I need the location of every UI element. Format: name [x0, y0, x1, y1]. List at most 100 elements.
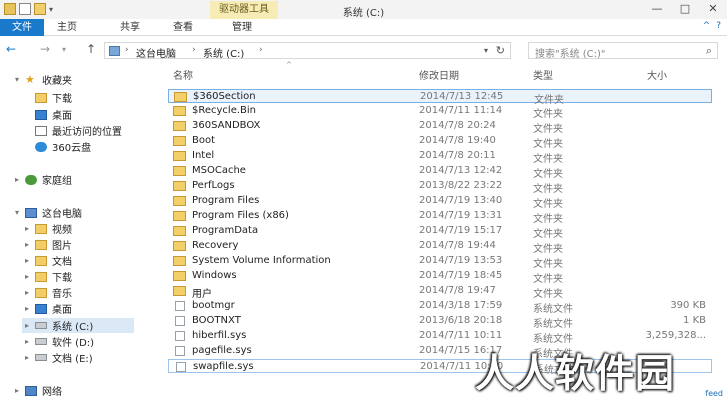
file-row[interactable]: Intel 2014/7/8 20:11 文件夹	[168, 149, 712, 165]
file-name: ProgramData	[192, 225, 259, 236]
nav-item-documents[interactable]: ▸ 文档	[22, 253, 72, 268]
tab-manage[interactable]: 管理	[232, 19, 252, 36]
file-name: MSOCache	[192, 165, 246, 176]
file-type: 文件夹	[533, 139, 563, 150]
nav-item-network[interactable]: ▸ 网络	[12, 383, 62, 398]
breadcrumb-system-c[interactable]: 系统 (C:)	[203, 45, 244, 60]
file-row[interactable]: Program Files (x86) 2014/7/19 13:31 文件夹	[168, 209, 712, 225]
file-row[interactable]: BOOTNXT 2013/6/18 20:18 系统文件 1 KB	[168, 314, 712, 330]
tab-share[interactable]: 共享	[120, 19, 140, 36]
file-row[interactable]: PerfLogs 2013/8/22 23:22 文件夹	[168, 179, 712, 195]
help-icon[interactable]: ?	[716, 21, 721, 31]
nav-item-software-d[interactable]: ▸ 软件 (D:)	[22, 334, 94, 349]
file-row[interactable]: ProgramData 2014/7/19 15:17 文件夹	[168, 224, 712, 240]
expand-icon[interactable]: ▸	[22, 337, 32, 346]
expand-icon[interactable]: ▸	[22, 240, 32, 249]
file-name: Intel	[192, 150, 215, 161]
forward-arrow-icon[interactable]: →	[40, 42, 50, 56]
chevron-down-icon[interactable]: ▾	[484, 46, 488, 55]
expand-ribbon-icon[interactable]: ^	[703, 21, 711, 31]
minimize-button[interactable]: —	[643, 0, 671, 19]
nav-item-desktop-pc[interactable]: ▸ 桌面	[22, 301, 72, 316]
expand-icon[interactable]: ▸	[22, 256, 32, 265]
music-folder-icon	[35, 287, 47, 298]
drive-icon	[35, 338, 47, 345]
file-row[interactable]: 360SANDBOX 2014/7/8 20:24 文件夹	[168, 119, 712, 135]
column-header-size[interactable]: 大小	[647, 67, 667, 82]
nav-item-system-c[interactable]: ▸ 系统 (C:)	[22, 318, 134, 333]
file-name: BOOTNXT	[192, 315, 241, 326]
file-row[interactable]: Boot 2014/7/8 19:40 文件夹	[168, 134, 712, 150]
file-date: 2014/7/19 13:53	[419, 255, 503, 266]
back-arrow-icon[interactable]: ←	[6, 42, 16, 56]
file-date: 2013/6/18 20:18	[419, 315, 503, 326]
file-row[interactable]: Program Files 2014/7/19 13:40 文件夹	[168, 194, 712, 210]
expand-icon[interactable]: ▸	[22, 272, 32, 281]
breadcrumb-separator-icon[interactable]: ›	[259, 45, 263, 55]
column-header-name[interactable]: 名称	[173, 67, 193, 82]
close-button[interactable]: ✕	[699, 0, 727, 19]
file-row[interactable]: Windows 2014/7/19 18:45 文件夹	[168, 269, 712, 285]
file-type: 系统文件	[533, 319, 573, 330]
file-row[interactable]: $360Section 2014/7/13 12:45 文件夹	[168, 89, 712, 106]
up-arrow-icon[interactable]: ↑	[86, 42, 96, 56]
expand-icon[interactable]: ▸	[22, 321, 32, 330]
nav-item-documents-e[interactable]: ▸ 文档 (E:)	[22, 350, 93, 365]
file-date: 2014/7/8 20:11	[419, 150, 496, 161]
nav-item-label: 桌面	[52, 305, 72, 316]
breadcrumb-this-pc[interactable]: 这台电脑	[136, 45, 176, 60]
recent-locations-icon[interactable]: ▾	[62, 45, 66, 54]
nav-item-downloads[interactable]: 下载	[22, 90, 72, 105]
nav-item-downloads-pc[interactable]: ▸ 下载	[22, 269, 72, 284]
file-row[interactable]: $Recycle.Bin 2014/7/11 11:14 文件夹	[168, 104, 712, 120]
file-row[interactable]: 用户 2014/7/8 19:47 文件夹	[168, 284, 712, 300]
file-row[interactable]: hiberfil.sys 2014/7/11 10:11 系统文件 3,259,328…	[168, 329, 712, 345]
tab-home[interactable]: 主页	[57, 19, 77, 36]
sort-arrow-icon: ^	[286, 61, 292, 69]
column-header-date[interactable]: 修改日期	[419, 67, 459, 82]
expand-icon[interactable]: ▾	[12, 75, 22, 84]
file-row[interactable]: Recovery 2014/7/8 19:44 文件夹	[168, 239, 712, 255]
tab-view[interactable]: 查看	[173, 19, 193, 36]
address-bar[interactable]: › 这台电脑 › 系统 (C:) › ▾ ↻	[104, 42, 511, 60]
homegroup-icon	[25, 174, 37, 185]
file-type: 文件夹	[533, 214, 563, 225]
nav-item-recent-places[interactable]: 最近访问的位置	[22, 123, 122, 138]
expand-icon[interactable]: ▸	[22, 224, 32, 233]
breadcrumb-separator-icon[interactable]: ›	[125, 45, 129, 55]
refresh-icon[interactable]: ↻	[496, 44, 505, 57]
nav-item-this-pc[interactable]: ▾ 这台电脑	[12, 205, 82, 220]
file-name: Windows	[192, 270, 237, 281]
expand-icon[interactable]: ▸	[22, 304, 32, 313]
search-input[interactable]: 搜索"系统 (C:)" ⌕	[528, 42, 718, 60]
cloud-icon	[35, 141, 47, 152]
nav-item-videos[interactable]: ▸ 视频	[22, 221, 72, 236]
nav-item-360-cloud[interactable]: 360云盘	[22, 139, 91, 154]
nav-item-label: 网络	[42, 387, 62, 398]
breadcrumb-separator-icon[interactable]: ›	[192, 45, 196, 55]
file-date: 2014/7/8 19:44	[419, 240, 496, 251]
file-row[interactable]: System Volume Information 2014/7/19 13:53…	[168, 254, 712, 270]
folder-icon	[173, 286, 186, 296]
expand-icon[interactable]: ▸	[22, 288, 32, 297]
file-name: bootmgr	[192, 300, 235, 311]
nav-item-homegroup[interactable]: ▸ 家庭组	[12, 172, 72, 187]
file-date: 2014/3/18 17:59	[419, 300, 503, 311]
folder-icon	[173, 151, 186, 161]
expand-icon[interactable]: ▾	[12, 208, 22, 217]
maximize-button[interactable]: □	[671, 0, 699, 19]
column-header-type[interactable]: 类型	[533, 67, 553, 82]
file-row[interactable]: MSOCache 2014/7/13 12:42 文件夹	[168, 164, 712, 180]
expand-icon[interactable]: ▸	[12, 175, 22, 184]
expand-icon[interactable]: ▸	[12, 386, 22, 395]
nav-item-music[interactable]: ▸ 音乐	[22, 285, 72, 300]
nav-item-favorites[interactable]: ▾ ★ 收藏夹	[12, 72, 72, 88]
nav-item-pictures[interactable]: ▸ 图片	[22, 237, 72, 252]
file-size: 390 KB	[670, 300, 706, 311]
tab-file[interactable]: 文件	[0, 19, 44, 36]
search-icon[interactable]: ⌕	[706, 44, 712, 58]
expand-icon[interactable]: ▸	[22, 353, 32, 362]
nav-item-label: 视频	[52, 225, 72, 236]
nav-item-desktop[interactable]: 桌面	[22, 107, 72, 122]
file-row[interactable]: bootmgr 2014/3/18 17:59 系统文件 390 KB	[168, 299, 712, 315]
